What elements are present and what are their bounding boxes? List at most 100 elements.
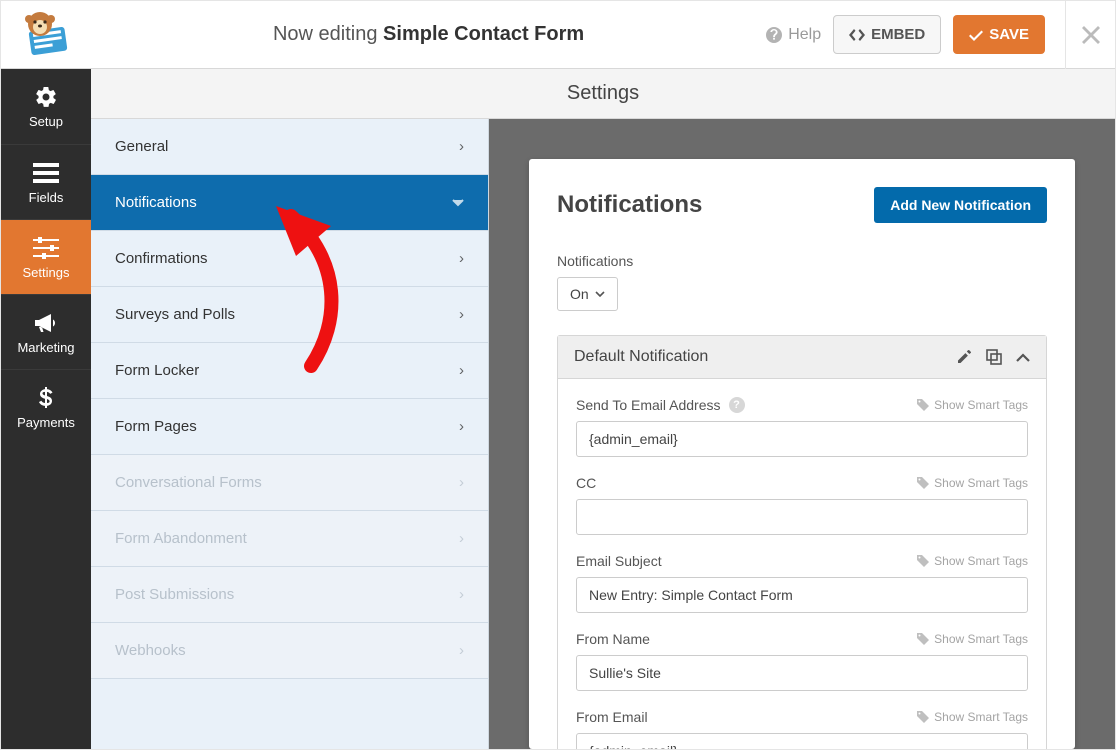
sidebar-item-label: Setup bbox=[29, 114, 63, 129]
field-label-text: Send To Email Address bbox=[576, 397, 721, 413]
notification-block: Default Notification bbox=[557, 335, 1047, 749]
chevron-right-icon: › bbox=[459, 138, 464, 155]
field-label: From Email bbox=[576, 709, 648, 725]
submenu-item-label: Conversational Forms bbox=[115, 474, 262, 491]
settings-submenu: General › Notifications Confirmations › … bbox=[91, 119, 489, 749]
top-actions: Help EMBED SAVE bbox=[766, 1, 1115, 69]
notification-block-body: Send To Email Address ? Show Smart Tags bbox=[558, 379, 1046, 749]
notification-block-header: Default Notification bbox=[558, 336, 1046, 379]
page-title-bar: Settings bbox=[91, 69, 1115, 119]
chevron-right-icon: › bbox=[459, 642, 464, 659]
panel-header: Notifications Add New Notification bbox=[557, 187, 1047, 223]
submenu-item-label: Surveys and Polls bbox=[115, 306, 235, 323]
cc-input[interactable] bbox=[576, 499, 1028, 535]
tag-icon bbox=[917, 711, 929, 723]
notification-block-title: Default Notification bbox=[574, 348, 708, 366]
smart-tags-button[interactable]: Show Smart Tags bbox=[917, 632, 1028, 646]
submenu-item-webhooks[interactable]: Webhooks › bbox=[91, 623, 488, 679]
submenu-item-conversational[interactable]: Conversational Forms › bbox=[91, 455, 488, 511]
editing-form-name: Simple Contact Form bbox=[383, 23, 584, 45]
smart-tags-button[interactable]: Show Smart Tags bbox=[917, 398, 1028, 412]
field-label: CC bbox=[576, 475, 596, 491]
sidebar: Setup Fields Settings Marketing Payments bbox=[1, 69, 91, 749]
notifications-panel: Notifications Add New Notification Notif… bbox=[529, 159, 1075, 749]
submenu-item-postsubmissions[interactable]: Post Submissions › bbox=[91, 567, 488, 623]
submenu-item-label: Webhooks bbox=[115, 642, 186, 659]
sidebar-item-settings[interactable]: Settings bbox=[1, 219, 91, 294]
collapse-button[interactable] bbox=[1016, 353, 1030, 362]
megaphone-icon bbox=[33, 310, 59, 336]
save-button[interactable]: SAVE bbox=[953, 15, 1045, 54]
smart-tags-button[interactable]: Show Smart Tags bbox=[917, 476, 1028, 490]
submenu-item-formpages[interactable]: Form Pages › bbox=[91, 399, 488, 455]
smart-tags-label: Show Smart Tags bbox=[934, 476, 1028, 490]
submenu-item-label: Confirmations bbox=[115, 250, 208, 267]
sidebar-item-payments[interactable]: Payments bbox=[1, 369, 91, 444]
submenu-item-formlocker[interactable]: Form Locker › bbox=[91, 343, 488, 399]
notifications-toggle-select[interactable]: On bbox=[557, 277, 618, 311]
submenu-item-label: Form Abandonment bbox=[115, 530, 247, 547]
logo bbox=[1, 11, 91, 59]
sidebar-item-label: Payments bbox=[17, 415, 75, 430]
editing-title: Now editing Simple Contact Form bbox=[91, 23, 766, 46]
sliders-icon bbox=[33, 235, 59, 261]
subject-input[interactable] bbox=[576, 577, 1028, 613]
embed-label: EMBED bbox=[871, 26, 925, 43]
smart-tags-label: Show Smart Tags bbox=[934, 632, 1028, 646]
tag-icon bbox=[917, 555, 929, 567]
page-title: Settings bbox=[567, 82, 639, 105]
add-notification-button[interactable]: Add New Notification bbox=[874, 187, 1047, 223]
submenu-item-notifications[interactable]: Notifications bbox=[91, 175, 488, 231]
sidebar-item-setup[interactable]: Setup bbox=[1, 69, 91, 144]
notifications-toggle-area: Notifications On bbox=[557, 253, 1047, 311]
sidebar-item-label: Fields bbox=[29, 190, 64, 205]
chevron-right-icon: › bbox=[459, 474, 464, 491]
sendto-input[interactable] bbox=[576, 421, 1028, 457]
chevron-right-icon: › bbox=[459, 306, 464, 323]
submenu-item-label: Form Pages bbox=[115, 418, 197, 435]
help-hint-icon[interactable]: ? bbox=[729, 397, 745, 413]
smart-tags-label: Show Smart Tags bbox=[934, 710, 1028, 724]
sidebar-item-label: Settings bbox=[23, 265, 70, 280]
sidebar-item-label: Marketing bbox=[17, 340, 74, 355]
field-label: Send To Email Address ? bbox=[576, 397, 745, 413]
smart-tags-button[interactable]: Show Smart Tags bbox=[917, 710, 1028, 724]
chevron-right-icon: › bbox=[459, 530, 464, 547]
submenu-item-label: Post Submissions bbox=[115, 586, 234, 603]
field-row-cc: CC Show Smart Tags bbox=[576, 475, 1028, 535]
embed-button[interactable]: EMBED bbox=[833, 15, 941, 54]
field-label: From Name bbox=[576, 631, 650, 647]
submenu-item-abandonment[interactable]: Form Abandonment › bbox=[91, 511, 488, 567]
chevron-right-icon: › bbox=[459, 362, 464, 379]
chevron-right-icon: › bbox=[459, 418, 464, 435]
help-link[interactable]: Help bbox=[766, 26, 821, 44]
submenu-item-general[interactable]: General › bbox=[91, 119, 488, 175]
field-label: Email Subject bbox=[576, 553, 662, 569]
sidebar-item-marketing[interactable]: Marketing bbox=[1, 294, 91, 369]
gear-icon bbox=[34, 84, 58, 110]
save-label: SAVE bbox=[989, 26, 1029, 43]
submenu-item-surveys[interactable]: Surveys and Polls › bbox=[91, 287, 488, 343]
submenu-item-label: Notifications bbox=[115, 194, 197, 211]
chevron-up-icon bbox=[1016, 353, 1030, 362]
tag-icon bbox=[917, 633, 929, 645]
submenu-item-confirmations[interactable]: Confirmations › bbox=[91, 231, 488, 287]
sidebar-item-fields[interactable]: Fields bbox=[1, 144, 91, 219]
field-row-subject: Email Subject Show Smart Tags bbox=[576, 553, 1028, 613]
close-button[interactable] bbox=[1065, 1, 1115, 69]
copy-icon bbox=[986, 349, 1002, 365]
edit-button[interactable] bbox=[956, 349, 972, 365]
fromemail-input[interactable] bbox=[576, 733, 1028, 749]
notification-block-actions bbox=[956, 349, 1030, 365]
tag-icon bbox=[917, 477, 929, 489]
list-icon bbox=[33, 160, 59, 186]
smart-tags-button[interactable]: Show Smart Tags bbox=[917, 554, 1028, 568]
duplicate-button[interactable] bbox=[986, 349, 1002, 365]
chevron-right-icon: › bbox=[459, 250, 464, 267]
pencil-icon bbox=[956, 349, 972, 365]
field-row-sendto: Send To Email Address ? Show Smart Tags bbox=[576, 397, 1028, 457]
smart-tags-label: Show Smart Tags bbox=[934, 554, 1028, 568]
fromname-input[interactable] bbox=[576, 655, 1028, 691]
notifications-toggle-label: Notifications bbox=[557, 253, 1047, 269]
content-background: Notifications Add New Notification Notif… bbox=[489, 119, 1115, 749]
